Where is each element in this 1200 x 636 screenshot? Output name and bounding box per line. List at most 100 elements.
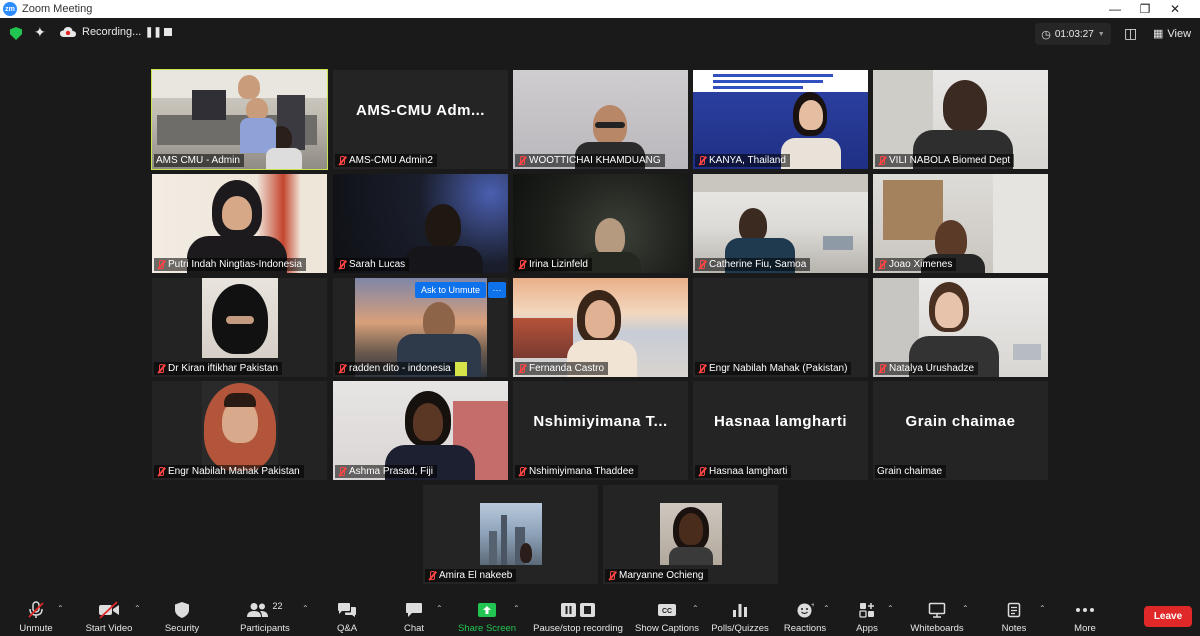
chevron-up-icon[interactable]: ⌃ — [692, 604, 699, 613]
immersive-view-icon[interactable]: ◫ — [1124, 25, 1137, 42]
chevron-up-icon[interactable]: ⌃ — [962, 604, 969, 613]
apps-icon — [859, 601, 875, 619]
participant-tile[interactable]: Dr Kiran iftikhar Pakistan — [152, 278, 327, 377]
encryption-shield-icon[interactable] — [10, 27, 22, 40]
participant-name-tag: radden dito - indonesia — [335, 362, 455, 375]
qa-icon — [337, 601, 357, 619]
participant-name: Hasnaa lamgharti — [709, 466, 788, 477]
timer-value: 01:03:27 — [1054, 28, 1094, 40]
restore-icon[interactable]: ❐ — [1130, 0, 1160, 18]
participant-name: KANYA, Thailand — [709, 155, 786, 166]
chevron-up-icon[interactable]: ⌃ — [513, 604, 520, 613]
participant-tile[interactable]: Natalya Urushadze — [873, 278, 1048, 377]
polls-quizzes-button[interactable]: Polls/Quizzes — [710, 596, 770, 636]
polls-label: Polls/Quizzes — [711, 623, 769, 634]
participant-display-name: Nshimiyimana T... — [533, 412, 668, 430]
ask-to-unmute-button[interactable]: Ask to Unmute — [415, 282, 486, 298]
mic-muted-icon — [337, 259, 346, 270]
participant-tile[interactable]: Nshimiyimana T... Nshimiyimana Thaddee — [513, 381, 688, 480]
security-button[interactable]: Security — [160, 596, 204, 636]
more-options-button[interactable]: ··· — [488, 282, 506, 298]
participant-tile[interactable]: AMS-CMU Adm... AMS-CMU Admin2 — [333, 70, 508, 169]
participant-tile[interactable]: Ashma Prasad, Fiji — [333, 381, 508, 480]
participant-name: Joao Ximenes — [889, 259, 953, 270]
whiteboards-button[interactable]: Whiteboards — [906, 596, 968, 636]
participant-tile[interactable]: Fernanda Castro — [513, 278, 688, 377]
chevron-up-icon[interactable]: ⌃ — [302, 604, 309, 613]
participant-name-tag: Irina Lizinfeld — [515, 258, 592, 271]
chevron-up-icon[interactable]: ⌃ — [134, 604, 141, 613]
participant-tile[interactable]: AMS CMU - Admin — [151, 69, 328, 170]
mic-muted-icon — [517, 363, 526, 374]
mic-muted-icon — [697, 155, 706, 166]
view-button[interactable]: ▦ View — [1153, 27, 1192, 41]
participant-tile[interactable]: Grain chaimae Grain chaimae — [873, 381, 1048, 480]
zoom-logo: zm — [3, 2, 17, 16]
share-screen-button[interactable]: Share Screen — [456, 596, 518, 636]
participant-tile[interactable]: KANYA, Thailand — [693, 70, 868, 169]
leave-button[interactable]: Leave — [1144, 606, 1192, 627]
mic-muted-icon — [337, 466, 346, 477]
participant-name: VILI NABOLA Biomed Dept — [889, 155, 1011, 166]
participant-name: Natalya Urushadze — [889, 363, 975, 374]
recording-label: Recording... — [82, 26, 142, 38]
participants-button[interactable]: 22 Participants — [236, 596, 294, 636]
participant-name: Irina Lizinfeld — [529, 259, 588, 270]
participant-tile[interactable]: Catherine Fiu, Samoa — [693, 174, 868, 273]
stop-recording-icon[interactable] — [164, 28, 172, 36]
participant-tile[interactable]: Amira El nakeeb — [423, 485, 598, 584]
mic-muted-icon — [607, 570, 616, 581]
meeting-timer[interactable]: ◷ 01:03:27 ▼ — [1035, 23, 1111, 45]
participant-tile[interactable]: WOOTTICHAI KHAMDUANG — [513, 70, 688, 169]
start-video-button[interactable]: Start Video — [82, 596, 136, 636]
participant-name: AMS CMU - Admin — [156, 155, 240, 166]
participant-name: Maryanne Ochieng — [619, 570, 704, 581]
participant-name-tag: VILI NABOLA Biomed Dept — [875, 154, 1015, 167]
clock-icon: ◷ — [1041, 28, 1051, 41]
qa-label: Q&A — [336, 623, 358, 634]
close-icon[interactable]: ✕ — [1160, 0, 1190, 18]
more-button[interactable]: More — [1066, 596, 1104, 636]
participant-name: Fernanda Castro — [529, 363, 605, 374]
chevron-up-icon[interactable]: ⌃ — [823, 604, 830, 613]
show-captions-button[interactable]: CC Show Captions — [634, 596, 700, 636]
participant-tile[interactable]: Irina Lizinfeld — [513, 174, 688, 273]
ai-companion-icon[interactable]: ✦ — [34, 24, 46, 41]
participant-tile[interactable]: Hasnaa lamgharti Hasnaa lamgharti — [693, 381, 868, 480]
notes-button[interactable]: Notes — [996, 596, 1032, 636]
participant-tile[interactable]: Joao Ximenes — [873, 174, 1048, 273]
participant-tile[interactable]: VILI NABOLA Biomed Dept — [873, 70, 1048, 169]
meeting-topbar: ✦ Recording... ❚❚ ◷ 01:03:27 ▼ ◫ ▦ View — [0, 18, 1200, 50]
apps-button[interactable]: Apps — [850, 596, 884, 636]
pause-recording-icon[interactable]: ❚❚ — [145, 27, 162, 38]
more-dots-icon — [1075, 601, 1095, 619]
chevron-up-icon[interactable]: ⌃ — [1039, 604, 1046, 613]
pause-stop-recording-button[interactable]: Pause/stop recording — [530, 596, 626, 636]
participant-name: Putri Indah Ningtias-Indonesia — [168, 259, 302, 270]
participant-name: Nshimiyimana Thaddee — [529, 466, 634, 477]
view-label: View — [1167, 27, 1192, 40]
participant-name: Engr Nabilah Mahak Pakistan — [168, 466, 300, 477]
chat-button[interactable]: Chat — [394, 596, 434, 636]
reactions-button[interactable]: + Reactions — [782, 596, 828, 636]
pause-recording-label: Pause/stop recording — [533, 623, 623, 634]
captions-icon: CC — [657, 601, 677, 619]
chevron-up-icon[interactable]: ⌃ — [436, 604, 443, 613]
minimize-icon[interactable]: — — [1100, 0, 1130, 18]
qa-button[interactable]: Q&A — [326, 596, 368, 636]
participants-count: 22 — [272, 601, 283, 611]
participant-display-name: Hasnaa lamgharti — [713, 412, 848, 430]
participant-tile[interactable]: Sarah Lucas — [333, 174, 508, 273]
chevron-up-icon[interactable]: ⌃ — [57, 604, 64, 613]
bar-chart-icon — [732, 601, 748, 619]
more-label: More — [1074, 623, 1096, 634]
participant-name-tag: Dr Kiran iftikhar Pakistan — [154, 362, 283, 375]
participant-tile[interactable]: Maryanne Ochieng — [603, 485, 778, 584]
participant-tile[interactable]: Putri Indah Ningtias-Indonesia — [152, 174, 327, 273]
participant-name: WOOTTICHAI KHAMDUANG — [529, 155, 661, 166]
unmute-button[interactable]: Unmute — [14, 596, 58, 636]
chevron-up-icon[interactable]: ⌃ — [887, 604, 894, 613]
show-captions-label: Show Captions — [635, 623, 699, 634]
participant-tile[interactable]: Engr Nabilah Mahak Pakistan — [152, 381, 327, 480]
participant-tile[interactable]: Engr Nabilah Mahak (Pakistan) — [693, 278, 868, 377]
